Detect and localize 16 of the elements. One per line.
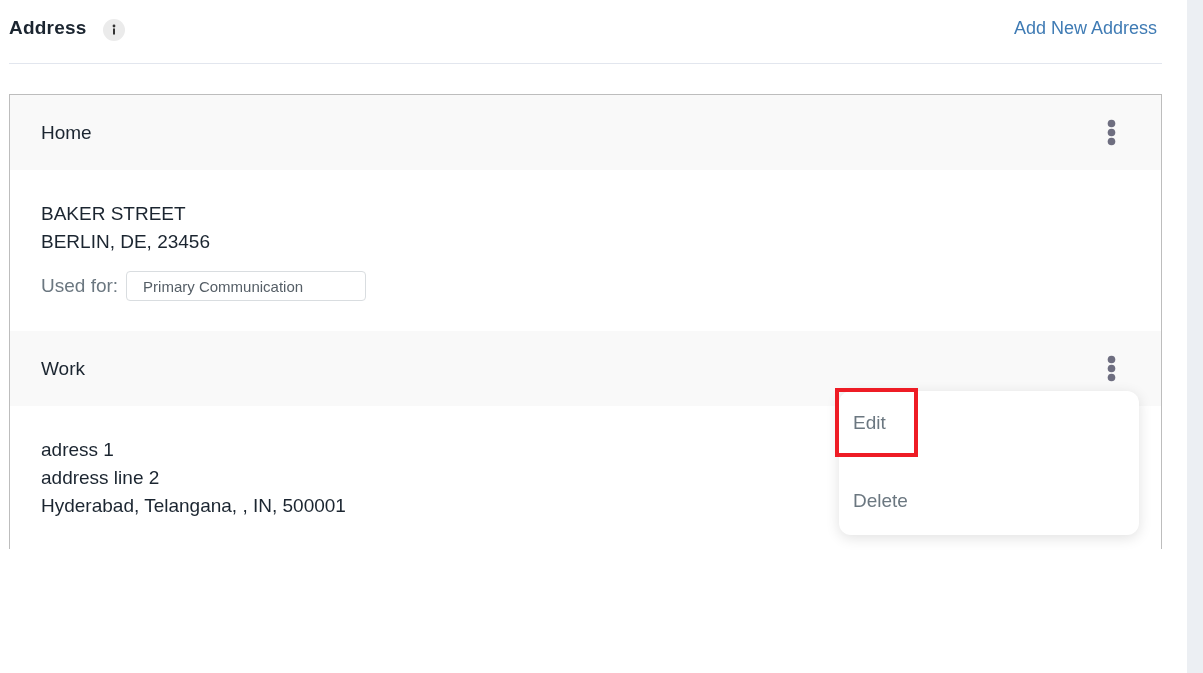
kebab-menu-icon[interactable] xyxy=(1107,119,1116,146)
add-address-link[interactable]: Add New Address xyxy=(1013,17,1157,39)
menu-item[interactable]: Delete xyxy=(835,466,918,535)
kebab-menu-icon[interactable] xyxy=(1107,355,1116,382)
usage-tag: Primary Communication xyxy=(126,271,367,301)
address-line: adress 1 xyxy=(41,438,114,462)
address-line: address line 2 xyxy=(41,466,160,490)
address-line: Hyderabad, Telangana, , IN, 500001 xyxy=(41,494,346,518)
address-label: Work xyxy=(41,357,85,380)
used-for-label: Used for: xyxy=(41,275,119,297)
info-icon[interactable] xyxy=(103,19,126,41)
menu-item[interactable]: Edit xyxy=(835,388,918,457)
address-line: BAKER STREET xyxy=(41,202,186,226)
address-label: Home xyxy=(41,121,92,144)
address-line: BERLIN, DE, 23456 xyxy=(41,230,210,254)
section-title: Address xyxy=(9,17,87,39)
